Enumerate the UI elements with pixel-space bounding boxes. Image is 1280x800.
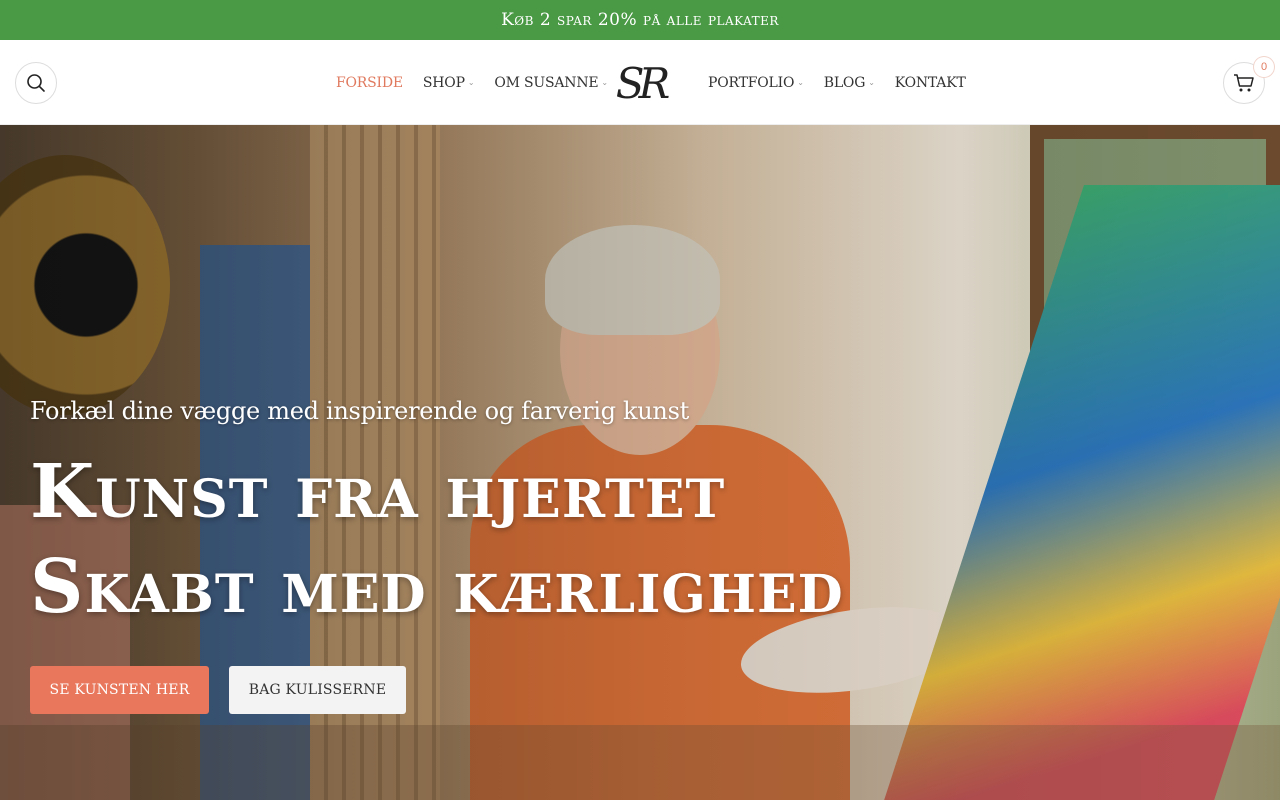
nav-item-portfolio[interactable]: PORTFOLIO ⌄ [708,75,804,91]
main-nav-right: PORTFOLIO ⌄ BLOG ⌄ KONTAKT [708,40,986,125]
search-icon [27,74,45,92]
chevron-down-icon: ⌄ [797,78,804,87]
site-logo[interactable]: SR [600,56,680,110]
logo-monogram: SR [615,58,670,108]
hero-title-line-2: Skabt med kærlighed [30,544,844,630]
cart-icon [1234,74,1254,92]
nav-item-label: FORSIDE [336,74,403,91]
nav-item-label: PORTFOLIO [708,74,795,91]
nav-item-om-susanne[interactable]: OM SUSANNE ⌄ [494,75,608,91]
search-button[interactable] [15,62,57,104]
nav-item-blog[interactable]: BLOG ⌄ [824,75,875,91]
cart-button[interactable]: 0 [1223,57,1274,104]
nav-item-kontakt[interactable]: KONTAKT [895,75,966,91]
main-nav-left: FORSIDE SHOP ⌄ OM SUSANNE ⌄ [336,40,628,125]
nav-item-label: BLOG [823,74,866,91]
hero-title-line-1: Kunst fra hjertet [30,449,726,535]
nav-item-label: SHOP [422,74,465,91]
nav-item-label: OM SUSANNE [494,74,599,91]
chevron-down-icon: ⌄ [467,78,475,87]
see-art-button[interactable]: SE KUNSTEN HER [30,666,209,714]
nav-item-label: KONTAKT [894,74,966,91]
behind-scenes-button[interactable]: BAG KULISSERNE [229,666,406,714]
site-header: FORSIDE SHOP ⌄ OM SUSANNE ⌄ SR PORTFOLIO… [0,40,1280,125]
hero-subtitle: Forkæl dine vægge med inspirerende og fa… [30,397,689,425]
promo-text: Køb 2 spar 20% på alle plakater [501,10,779,30]
nav-item-shop[interactable]: SHOP ⌄ [422,74,475,91]
nav-item-forside[interactable]: FORSIDE [336,75,403,91]
promo-bar: Køb 2 spar 20% på alle plakater [0,0,1280,40]
cart-count-badge: 0 [1254,57,1274,77]
chevron-down-icon: ⌄ [868,78,875,87]
hero-banner: Forkæl dine vægge med inspirerende og fa… [0,125,1280,800]
